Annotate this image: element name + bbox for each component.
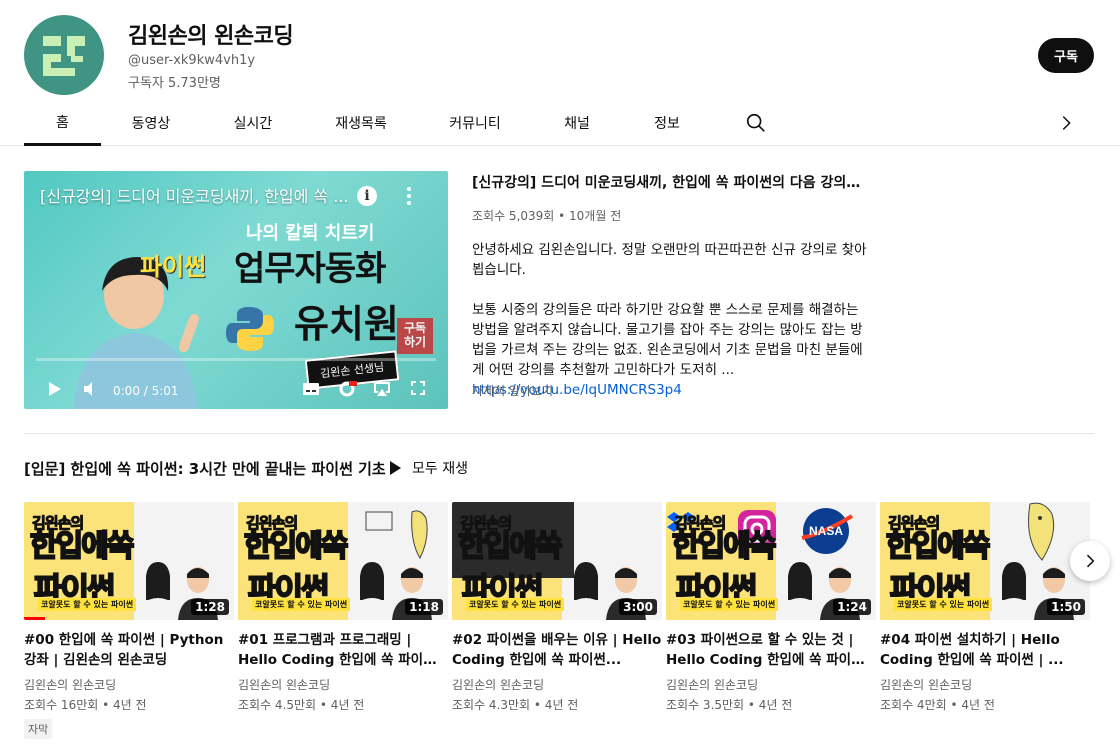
video-card[interactable]: NASA 김왼손의 한입에쏙 파이썬 코알못도 할 수 있는 파이썬 1:24 … bbox=[666, 502, 876, 713]
host-image bbox=[994, 562, 1034, 620]
tab-channels[interactable]: 채널 bbox=[550, 100, 604, 146]
channel-handle: @user-xk9kw4vh1y bbox=[128, 53, 256, 68]
nasa-logo-text: NASA bbox=[809, 524, 843, 538]
play-all-label: 모두 재생 bbox=[412, 461, 468, 477]
host-image bbox=[780, 562, 820, 620]
read-more-link[interactable]: 자세히 알아보기 bbox=[472, 382, 553, 399]
video-thumbnail[interactable]: 김왼손의 한입에쏙 파이썬 코알못도 할 수 있는 파이썬 1:18 bbox=[238, 502, 448, 620]
tab-about[interactable]: 정보 bbox=[640, 100, 694, 146]
player-time: 0:00 / 5:01 bbox=[113, 384, 179, 398]
video-channel[interactable]: 김왼손의 왼손코딩 bbox=[666, 676, 876, 693]
video-title[interactable]: #04 파이썬 설치하기 | Hello Coding 한입에 쏙 파이썬 | … bbox=[880, 630, 1090, 670]
video-thumbnail[interactable]: 김왼손의 한입에쏙 파이썬 코알못도 할 수 있는 파이썬 1:28 bbox=[24, 502, 234, 620]
thumb-text-main: 한입에쏙 bbox=[243, 529, 349, 564]
video-card[interactable]: 김왼손의 한입에쏙 파이썬 코알못도 할 수 있는 파이썬 1:28 #00 한… bbox=[24, 502, 234, 739]
thumb-text-caption: 코알못도 할 수 있는 파이썬 bbox=[252, 598, 351, 611]
info-icon[interactable]: i bbox=[357, 186, 377, 206]
tab-home[interactable]: 홈 bbox=[24, 100, 101, 146]
host-image bbox=[566, 562, 606, 620]
fullscreen-icon[interactable] bbox=[409, 379, 427, 397]
nasa-logo-icon: NASA bbox=[801, 508, 854, 554]
featured-video-player[interactable]: 나의 칼퇴 치트키 파이썬 업무자동화 유치원 김왼손 선생님 구독 하기 [신규… bbox=[24, 171, 448, 409]
captions-badge: 자막 bbox=[24, 719, 53, 739]
featured-video-title[interactable]: [신규강의] 드디어 미운코딩새끼, 한입에 쏙 파이썬의 다음 강의가 완성되… bbox=[472, 172, 872, 192]
thumb-text-caption: 코알못도 할 수 있는 파이썬 bbox=[894, 598, 993, 611]
thumb-headline-2: 유치원 bbox=[294, 302, 399, 346]
tab-community[interactable]: 커뮤니티 bbox=[436, 100, 514, 146]
play-icon bbox=[390, 461, 401, 475]
host-image bbox=[352, 562, 392, 620]
video-card[interactable]: 김왼손의 한입에쏙 파이썬 코알못도 할 수 있는 파이썬 1:18 #01 프… bbox=[238, 502, 448, 713]
channel-logo-icon bbox=[43, 36, 85, 76]
video-meta: 조회수 4.3만회 • 4년 전 bbox=[452, 698, 579, 712]
featured-video-description: 안녕하세요 김왼손입니다. 정말 오랜만의 따끈따끈한 신규 강의로 찾아뵙습니… bbox=[472, 240, 874, 400]
player-overlay-title[interactable]: [신규강의] 드디어 미운코딩새끼, 한입에 쏙 ... bbox=[40, 183, 350, 207]
shelf-next-button[interactable] bbox=[1070, 541, 1110, 581]
play-all-button[interactable]: 모두 재생 bbox=[388, 458, 468, 478]
thumb-text-caption: 코알못도 할 수 있는 파이썬 bbox=[680, 598, 779, 611]
airplay-icon[interactable] bbox=[372, 379, 392, 399]
thumb-subscribe-box: 구독 하기 bbox=[397, 318, 433, 354]
thumb-text-main: 한입에쏙 bbox=[885, 529, 991, 564]
video-card[interactable]: 김왼손의 한입에쏙 파이썬 코알못도 할 수 있는 파이썬 3:00 #02 파… bbox=[452, 502, 662, 713]
shelf-title[interactable]: [입문] 한입에 쏙 파이썬: 3시간 만에 끝내는 파이썬 기초 bbox=[24, 458, 386, 479]
video-duration: 1:24 bbox=[833, 599, 871, 615]
search-icon[interactable] bbox=[745, 112, 767, 134]
video-meta: 조회수 3.5만회 • 4년 전 bbox=[666, 698, 793, 712]
sketch-illustration bbox=[365, 510, 428, 560]
video-duration: 1:28 bbox=[191, 599, 229, 615]
subscriber-count: 구독자 5.73만명 bbox=[128, 76, 221, 91]
volume-icon[interactable] bbox=[81, 379, 101, 399]
video-channel[interactable]: 김왼손의 왼손코딩 bbox=[238, 676, 448, 693]
thumb-text-caption: 코알못도 할 수 있는 파이썬 bbox=[38, 598, 137, 611]
tab-live[interactable]: 실시간 bbox=[220, 100, 286, 146]
video-card[interactable]: 김왼손의 한입에쏙 파이썬 코알못도 할 수 있는 파이썬 1:50 #04 파… bbox=[880, 502, 1090, 713]
video-title[interactable]: #03 파이썬으로 할 수 있는 것 | Hello Coding 한입에 쏙 … bbox=[666, 630, 876, 670]
video-thumbnail[interactable]: NASA 김왼손의 한입에쏙 파이썬 코알못도 할 수 있는 파이썬 1:24 bbox=[666, 502, 876, 620]
video-title[interactable]: #02 파이썬을 배우는 이유 | Hello Coding 한입에 쏙 파이썬… bbox=[452, 630, 662, 670]
player-progress-bar[interactable] bbox=[36, 358, 436, 361]
video-title[interactable]: #00 한입에 쏙 파이썬 | Python 강좌 | 김왼손의 왼손코딩 bbox=[24, 630, 234, 670]
video-meta: 조회수 4.5만회 • 4년 전 bbox=[238, 698, 365, 712]
video-duration: 3:00 bbox=[619, 599, 657, 615]
more-vert-icon[interactable] bbox=[404, 185, 414, 207]
thumb-headline-1: 업무자동화 bbox=[234, 249, 386, 289]
python-logo-icon bbox=[226, 307, 274, 351]
chevron-right-icon[interactable] bbox=[1055, 112, 1077, 134]
video-channel[interactable]: 김왼손의 왼손코딩 bbox=[880, 676, 1090, 693]
video-meta: 조회수 16만회 • 4년 전 bbox=[24, 698, 147, 712]
watched-progress bbox=[24, 617, 45, 620]
section-divider bbox=[24, 433, 1094, 434]
channel-name: 김왼손의 왼손코딩 bbox=[128, 24, 294, 49]
video-title[interactable]: #01 프로그램과 프로그래밍 | Hello Coding 한입에 쏙 파이썬… bbox=[238, 630, 448, 670]
chevron-right-icon bbox=[1086, 554, 1095, 568]
thumb-python-label: 파이썬 bbox=[140, 253, 207, 281]
description-paragraph: 안녕하세요 김왼손입니다. 정말 오랜만의 따끈따끈한 신규 강의로 찾아뵙습니… bbox=[472, 242, 867, 278]
thumb-text-main: 한입에쏙 bbox=[671, 529, 777, 564]
thumb-text-main: 한입에쏙 bbox=[29, 529, 135, 564]
play-icon[interactable] bbox=[46, 379, 64, 399]
subscribe-button[interactable]: 구독 bbox=[1038, 38, 1094, 73]
settings-icon[interactable] bbox=[337, 379, 357, 399]
video-channel[interactable]: 김왼손의 왼손코딩 bbox=[452, 676, 662, 693]
channel-tabs: 홈 동영상 실시간 재생목록 커뮤니티 채널 정보 bbox=[0, 100, 1120, 146]
video-duration: 1:18 bbox=[405, 599, 443, 615]
video-channel[interactable]: 김왼손의 왼손코딩 bbox=[24, 676, 234, 693]
thumb-text-main: 한입에쏙 bbox=[457, 529, 563, 564]
captions-icon[interactable] bbox=[301, 379, 321, 399]
channel-avatar[interactable] bbox=[24, 15, 104, 95]
video-thumbnail[interactable]: 김왼손의 한입에쏙 파이썬 코알못도 할 수 있는 파이썬 1:50 bbox=[880, 502, 1090, 620]
featured-video-meta: 조회수 5,039회 • 10개월 전 bbox=[472, 209, 622, 223]
video-meta: 조회수 4만회 • 4년 전 bbox=[880, 698, 995, 712]
tab-playlists[interactable]: 재생목록 bbox=[320, 100, 402, 146]
video-duration: 1:50 bbox=[1047, 599, 1085, 615]
host-image bbox=[138, 562, 178, 620]
tab-videos[interactable]: 동영상 bbox=[117, 100, 185, 146]
video-thumbnail[interactable]: 김왼손의 한입에쏙 파이썬 코알못도 할 수 있는 파이썬 3:00 bbox=[452, 502, 662, 620]
thumb-text-caption: 코알못도 할 수 있는 파이썬 bbox=[466, 598, 565, 611]
